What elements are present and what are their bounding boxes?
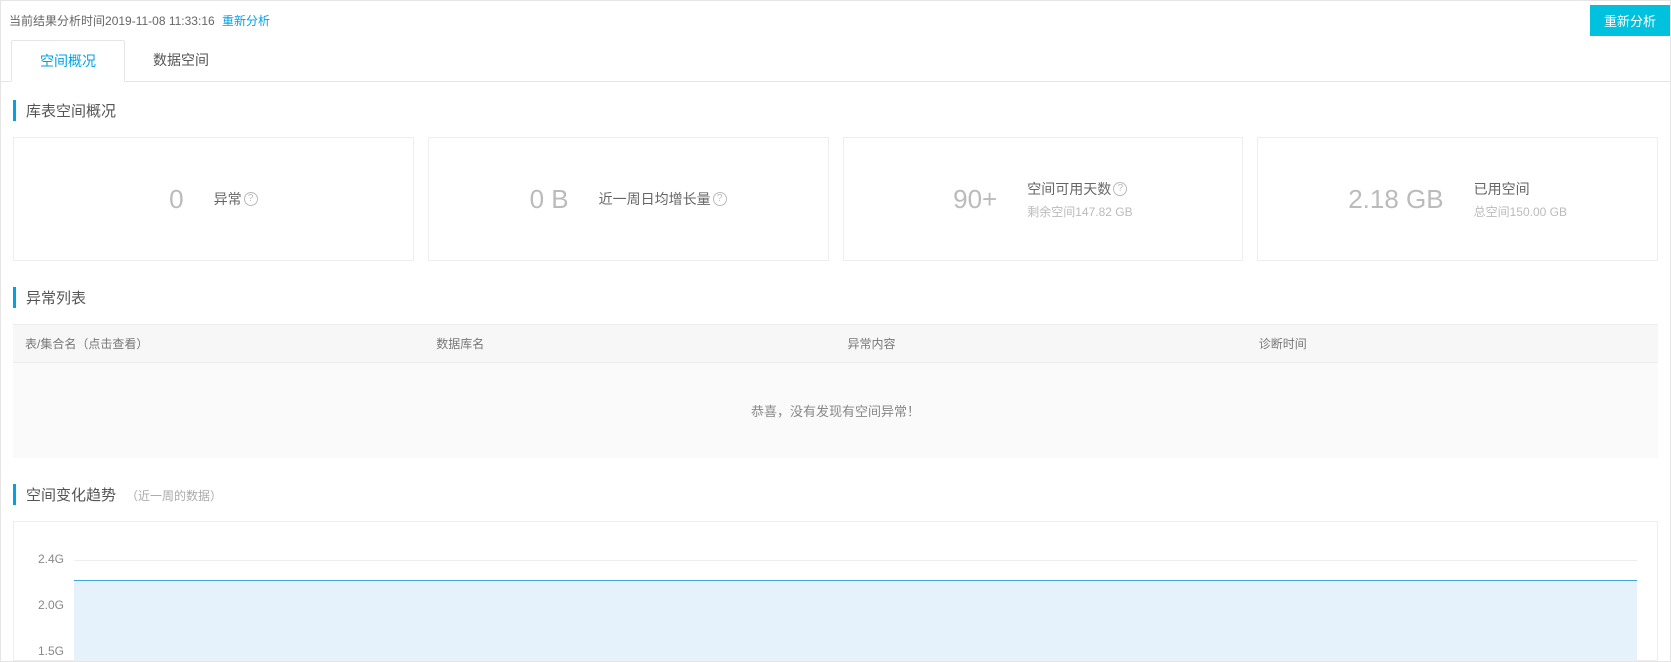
page-root: 当前结果分析时间2019-11-08 11:33:16 重新分析 重新分析 空间… [0,0,1671,662]
overview-title-text: 库表空间概况 [26,100,116,121]
refresh-link[interactable]: 重新分析 [222,14,270,28]
card-label-block: 已用空间 总空间150.00 GB [1474,179,1567,220]
overview-cards: 0 异常 ? 0 B 近一周日均增长量 ? 90+ [13,137,1658,261]
card-label-text: 近一周日均增长量 [599,189,711,209]
ytick-1: 2.0G [14,598,70,612]
card-available-days: 90+ 空间可用天数 ? 剩余空间147.82 GB [843,137,1244,261]
anomaly-table: 表/集合名（点击查看） 数据库名 异常内容 诊断时间 恭喜，没有发现有空间异常！ [13,324,1658,458]
trend-chart[interactable]: 2.4G 2.0G 1.5G [13,521,1658,661]
trend-subtitle: （近一周的数据） [126,487,222,504]
card-label: 近一周日均增长量 ? [599,189,727,209]
card-daily-growth: 0 B 近一周日均增长量 ? [428,137,829,261]
th-database-name[interactable]: 数据库名 [424,325,835,362]
anomaly-title-text: 异常列表 [26,287,86,308]
card-label: 异常 ? [214,189,258,209]
card-value: 0 [169,184,183,215]
gridline [74,560,1637,561]
card-label-block: 近一周日均增长量 ? [599,189,727,209]
card-label: 空间可用天数 ? [1027,179,1132,199]
timestamp-prefix: 当前结果分析时间 [9,14,105,28]
reanalyze-button[interactable]: 重新分析 [1590,5,1670,36]
help-icon[interactable]: ? [244,192,258,206]
trend-title: 空间变化趋势 （近一周的数据） [13,484,1658,505]
chart-area-fill [74,580,1637,660]
th-table-name[interactable]: 表/集合名（点击查看） [13,325,424,362]
card-value: 90+ [953,184,997,215]
card-label-block: 异常 ? [214,189,258,209]
tab-space-overview[interactable]: 空间概况 [11,40,125,82]
overview-title: 库表空间概况 [13,100,1658,121]
empty-message: 恭喜，没有发现有空间异常！ [13,363,1658,458]
card-value: 0 B [530,184,569,215]
top-bar: 当前结果分析时间2019-11-08 11:33:16 重新分析 重新分析 [1,1,1670,36]
timestamp-value: 2019-11-08 11:33:16 [105,14,215,28]
card-label-text: 已用空间 [1474,179,1530,199]
card-anomaly-count: 0 异常 ? [13,137,414,261]
help-icon[interactable]: ? [713,192,727,206]
help-icon[interactable]: ? [1113,182,1127,196]
tabs: 空间概况 数据空间 [1,40,1670,82]
ytick-0: 2.4G [14,552,70,566]
card-value: 2.18 GB [1348,184,1443,215]
card-label-text: 空间可用天数 [1027,179,1111,199]
ytick-2: 1.5G [14,644,70,658]
card-used-space: 2.18 GB 已用空间 总空间150.00 GB [1257,137,1658,261]
card-label-block: 空间可用天数 ? 剩余空间147.82 GB [1027,179,1132,220]
card-sublabel: 剩余空间147.82 GB [1027,203,1132,220]
anomaly-title: 异常列表 [13,287,1658,308]
trend-title-text: 空间变化趋势 [26,484,116,505]
content: 库表空间概况 0 异常 ? 0 B 近一周日均增长量 ? [1,82,1670,661]
analysis-timestamp: 当前结果分析时间2019-11-08 11:33:16 重新分析 [9,12,270,29]
card-label: 已用空间 [1474,179,1567,199]
table-header: 表/集合名（点击查看） 数据库名 异常内容 诊断时间 [13,324,1658,363]
tab-data-space[interactable]: 数据空间 [125,40,237,81]
th-anomaly-content[interactable]: 异常内容 [836,325,1247,362]
card-sublabel: 总空间150.00 GB [1474,203,1567,220]
card-label-text: 异常 [214,189,242,209]
th-diagnosis-time[interactable]: 诊断时间 [1247,325,1658,362]
